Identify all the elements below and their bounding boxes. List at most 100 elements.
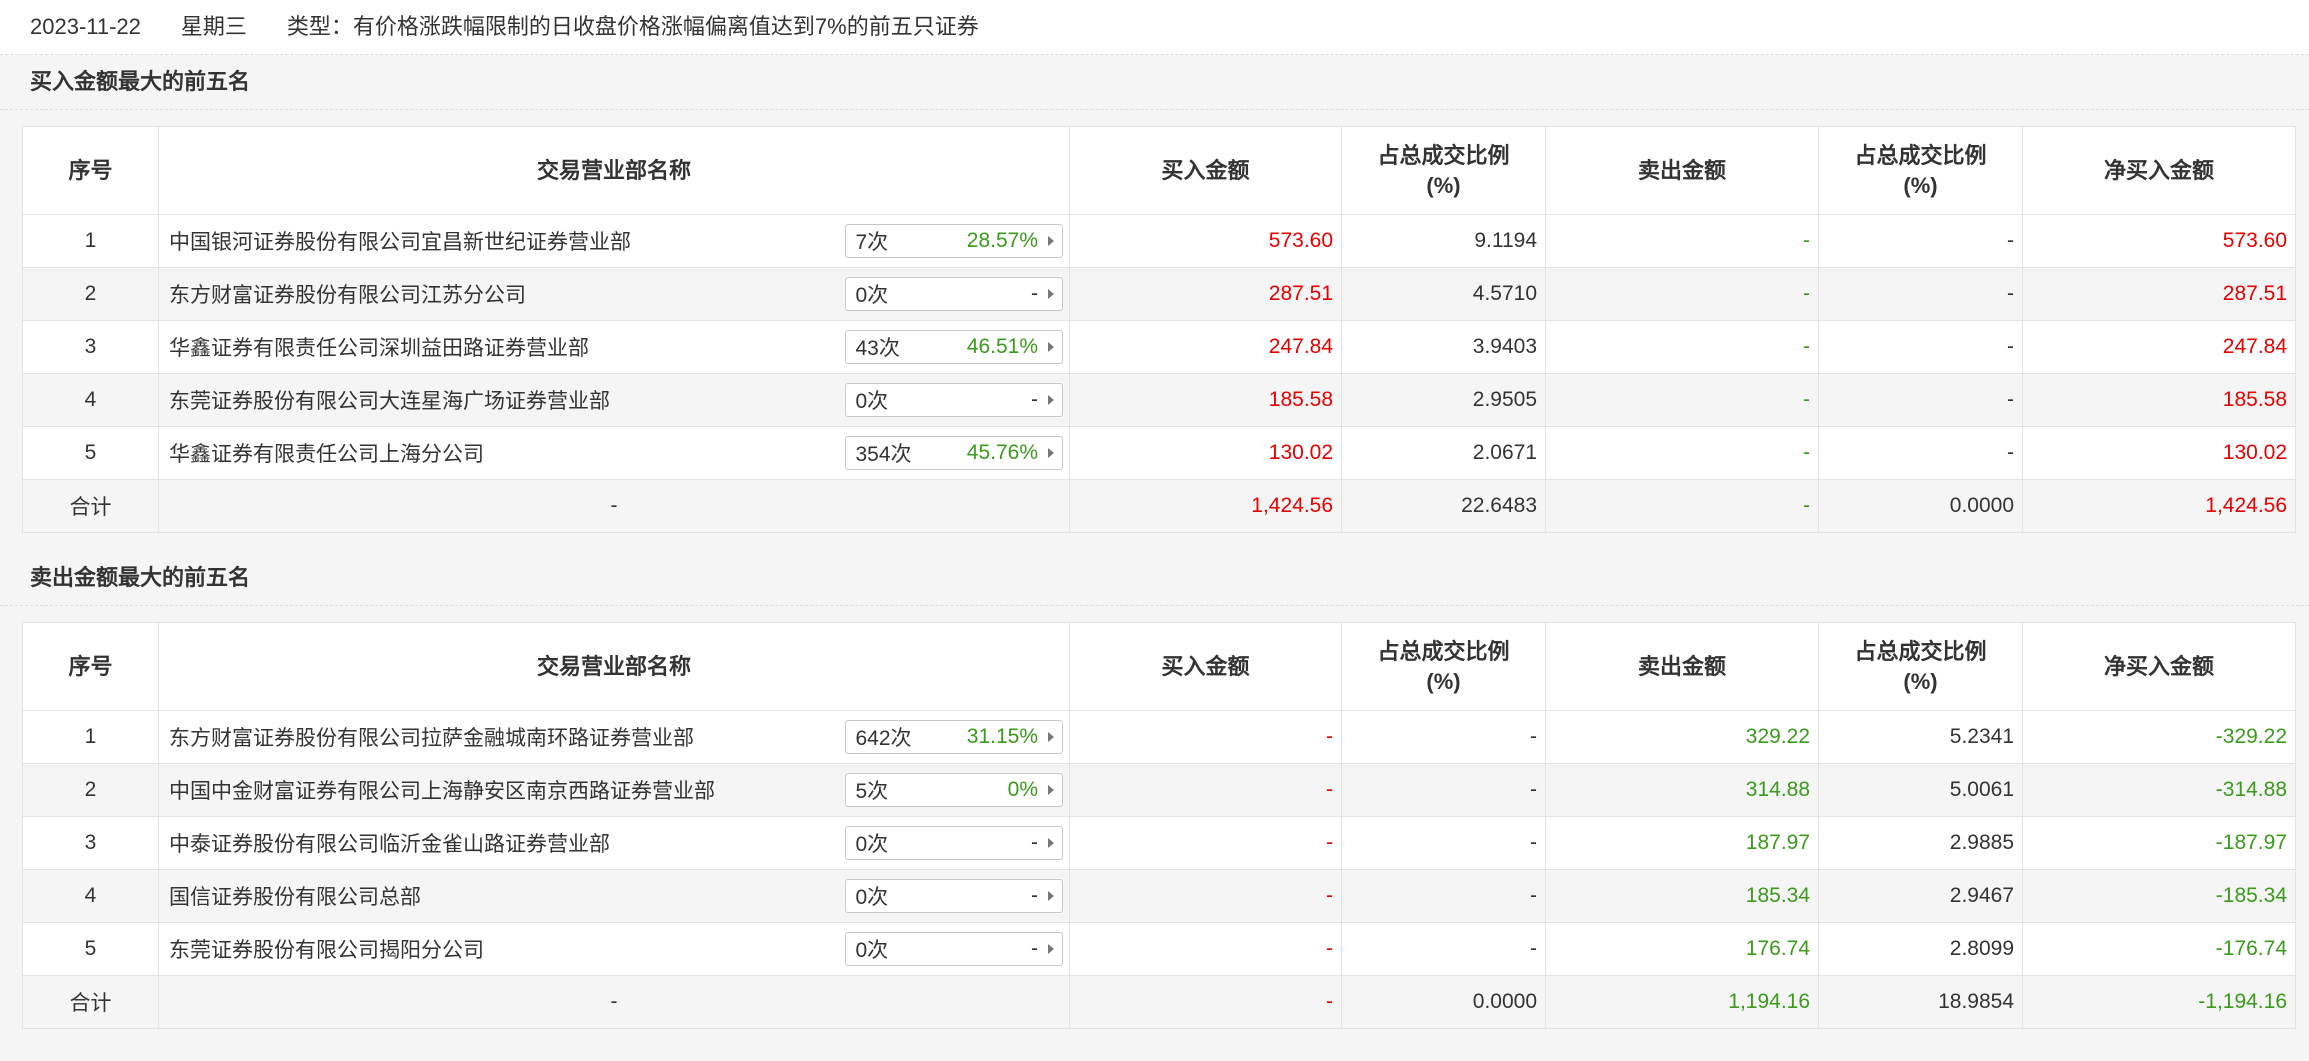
- net-amount: 247.84: [2022, 320, 2297, 374]
- row-seq: 4: [22, 869, 159, 923]
- track-record-button[interactable]: 0次 -: [844, 383, 1064, 417]
- sell-ratio: 5.0061: [1818, 763, 2024, 817]
- track-record-button[interactable]: 642次 31.15%: [844, 720, 1064, 754]
- table-row: 1 中国银河证券股份有限公司宜昌新世纪证券营业部 7次 28.57% 573.60…: [22, 214, 2297, 268]
- sell-amount: -: [1545, 426, 1820, 480]
- col-buy: 买入金额: [1069, 126, 1343, 215]
- sell-amount: 329.22: [1545, 710, 1820, 764]
- buy-ratio: 2.0671: [1341, 426, 1547, 480]
- sell-ratio: -: [1818, 267, 2024, 321]
- col-sell-ratio-l1: 占总成交比例: [1854, 142, 1987, 168]
- buy-amount: 185.58: [1069, 373, 1343, 427]
- buy-ratio: -: [1341, 710, 1547, 764]
- win-rate: -: [1031, 282, 1039, 305]
- appear-count: 0次: [855, 284, 889, 307]
- dept-name[interactable]: 东莞证券股份有限公司揭阳分公司: [158, 922, 845, 976]
- table-row: 2 中国中金财富证券有限公司上海静安区南京西路证券营业部 5次 0% - - 31…: [22, 763, 2297, 817]
- sell-ratio: -: [1818, 373, 2024, 427]
- win-rate: 28.57%: [966, 229, 1039, 252]
- total-sell-ratio: 0.0000: [1818, 479, 2024, 533]
- buy-ratio: -: [1341, 922, 1547, 976]
- net-amount: 287.51: [2022, 267, 2297, 321]
- row-seq: 4: [22, 373, 159, 427]
- dept-name[interactable]: 中国中金财富证券有限公司上海静安区南京西路证券营业部: [158, 763, 845, 817]
- appear-count: 0次: [855, 939, 889, 962]
- track-record-button[interactable]: 354次 45.76%: [844, 436, 1064, 470]
- track-record-button[interactable]: 0次 -: [844, 277, 1064, 311]
- dept-name[interactable]: 东莞证券股份有限公司大连星海广场证券营业部: [158, 373, 845, 427]
- row-seq: 1: [22, 214, 159, 268]
- row-seq: 5: [22, 922, 159, 976]
- buy-amount: 130.02: [1069, 426, 1343, 480]
- buy-amount: -: [1069, 922, 1343, 976]
- col-net: 净买入金额: [2022, 622, 2297, 711]
- sell-amount: 185.34: [1545, 869, 1820, 923]
- buy-amount: -: [1069, 763, 1343, 817]
- sell-amount: -: [1545, 214, 1820, 268]
- buy-ratio: -: [1341, 763, 1547, 817]
- buy-ratio: -: [1341, 816, 1547, 870]
- track-record-button[interactable]: 5次 0%: [844, 773, 1064, 807]
- row-seq: 1: [22, 710, 159, 764]
- caret-right-icon: [1048, 236, 1055, 246]
- total-net: 1,424.56: [2022, 479, 2297, 533]
- dept-name[interactable]: 中泰证券股份有限公司临沂金雀山路证券营业部: [158, 816, 845, 870]
- net-amount: 573.60: [2022, 214, 2297, 268]
- total-buy-ratio: 22.6483: [1341, 479, 1547, 533]
- net-amount: -314.88: [2022, 763, 2297, 817]
- row-seq: 2: [22, 267, 159, 321]
- total-buy-ratio: 0.0000: [1341, 975, 1547, 1029]
- dept-name[interactable]: 东方财富证券股份有限公司江苏分公司: [158, 267, 845, 321]
- buy-amount: 247.84: [1069, 320, 1343, 374]
- track-record-button[interactable]: 0次 -: [844, 826, 1064, 860]
- caret-right-icon: [1048, 342, 1055, 352]
- col-buy-ratio-l1: 占总成交比例: [1377, 142, 1510, 168]
- list-type: 类型：有价格涨跌幅限制的日收盘价格涨幅偏离值达到7%的前五只证券: [286, 14, 979, 39]
- sell-ratio: 5.2341: [1818, 710, 2024, 764]
- col-buy-ratio-l2: (%): [1426, 668, 1461, 694]
- net-amount: 185.58: [2022, 373, 2297, 427]
- col-sell: 卖出金额: [1545, 622, 1820, 711]
- table-header-row: 序号 交易营业部名称 买入金额 占总成交比例 (%) 卖出金额 占总成交比例 (%)…: [22, 622, 2297, 711]
- dept-name[interactable]: 中国银河证券股份有限公司宜昌新世纪证券营业部: [158, 214, 845, 268]
- table-row: 1 东方财富证券股份有限公司拉萨金融城南环路证券营业部 642次 31.15% -…: [22, 710, 2297, 764]
- total-label: 合计: [22, 479, 159, 533]
- track-record-button[interactable]: 0次 -: [844, 879, 1064, 913]
- total-buy: -: [1069, 975, 1343, 1029]
- net-amount: -329.22: [2022, 710, 2297, 764]
- buy-amount: 287.51: [1069, 267, 1343, 321]
- col-dept: 交易营业部名称: [157, 622, 1071, 711]
- buy-table-wrap: 序号 交易营业部名称 买入金额 占总成交比例 (%) 卖出金额 占总成交比例 (%)…: [22, 126, 2297, 533]
- sell-amount: 176.74: [1545, 922, 1820, 976]
- dept-name[interactable]: 华鑫证券有限责任公司深圳益田路证券营业部: [158, 320, 845, 374]
- row-seq: 3: [22, 320, 159, 374]
- sell-ratio: 2.9467: [1818, 869, 2024, 923]
- appear-count: 0次: [855, 390, 889, 413]
- col-sell-ratio-l2: (%): [1903, 172, 1938, 198]
- dept-name[interactable]: 东方财富证券股份有限公司拉萨金融城南环路证券营业部: [158, 710, 845, 764]
- dept-name[interactable]: 华鑫证券有限责任公司上海分公司: [158, 426, 845, 480]
- total-sell: 1,194.16: [1545, 975, 1820, 1029]
- dept-name[interactable]: 国信证券股份有限公司总部: [158, 869, 845, 923]
- sell-table-wrap: 序号 交易营业部名称 买入金额 占总成交比例 (%) 卖出金额 占总成交比例 (%)…: [22, 622, 2297, 1029]
- win-rate: -: [1031, 388, 1039, 411]
- buy-ratio: 9.1194: [1341, 214, 1547, 268]
- col-buy-ratio-l1: 占总成交比例: [1377, 638, 1510, 664]
- win-rate: -: [1031, 937, 1039, 960]
- total-net: -1,194.16: [2022, 975, 2297, 1029]
- buy-amount: -: [1069, 710, 1343, 764]
- track-record-button[interactable]: 0次 -: [844, 932, 1064, 966]
- track-record-button[interactable]: 7次 28.57%: [844, 224, 1064, 258]
- table-row: 4 国信证券股份有限公司总部 0次 - - - 185.34 2.9467 -18…: [22, 869, 2297, 923]
- win-rate: -: [1031, 884, 1039, 907]
- table-row: 5 东莞证券股份有限公司揭阳分公司 0次 - - - 176.74 2.8099 …: [22, 922, 2297, 976]
- caret-right-icon: [1048, 732, 1055, 742]
- col-seq: 序号: [22, 126, 159, 215]
- col-sell-ratio-l1: 占总成交比例: [1854, 638, 1987, 664]
- buy-ratio: 3.9403: [1341, 320, 1547, 374]
- total-buy: 1,424.56: [1069, 479, 1343, 533]
- track-record-button[interactable]: 43次 46.51%: [844, 330, 1064, 364]
- table-row: 3 华鑫证券有限责任公司深圳益田路证券营业部 43次 46.51% 247.84 …: [22, 320, 2297, 374]
- buy-ratio: -: [1341, 869, 1547, 923]
- total-name: -: [157, 479, 1071, 533]
